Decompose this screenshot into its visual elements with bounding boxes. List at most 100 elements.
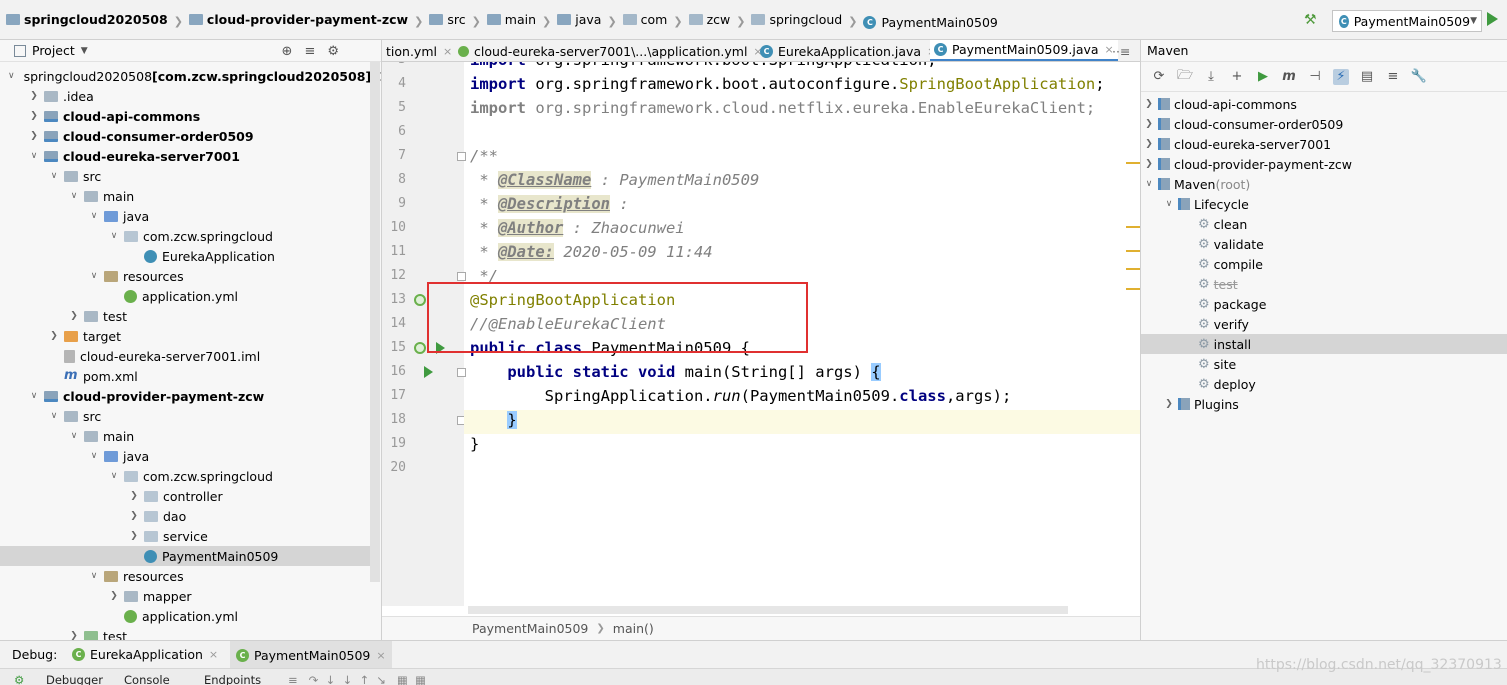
breadcrumb-item[interactable]: src bbox=[429, 12, 466, 27]
debugger-tab[interactable]: Debugger bbox=[46, 673, 103, 685]
tab-overflow-icon[interactable]: ··≡ bbox=[1108, 40, 1134, 61]
code-line[interactable]: public static void main(String[] args) { bbox=[470, 360, 881, 384]
plus-icon[interactable]: + bbox=[1229, 69, 1245, 85]
code-line[interactable]: import org.springframework.cloud.netflix… bbox=[470, 96, 1095, 120]
editor-tab[interactable]: CEurekaApplication.java× bbox=[756, 40, 940, 61]
add-folder-icon[interactable]: 🗁 bbox=[1177, 68, 1193, 85]
warning-mark[interactable] bbox=[1126, 162, 1140, 164]
project-tree-item[interactable]: ∨ main bbox=[0, 426, 380, 446]
project-tree-item[interactable]: ❯ cloud-api-commons bbox=[0, 106, 380, 126]
breadcrumb-item[interactable]: com bbox=[622, 12, 667, 27]
maven-tree-item[interactable]: ⚙ package bbox=[1141, 294, 1507, 314]
code-line[interactable]: } bbox=[470, 432, 479, 456]
collapsed-arrow-icon[interactable]: ❯ bbox=[28, 111, 40, 121]
expanded-arrow-icon[interactable]: ∨ bbox=[28, 391, 40, 401]
collapsed-arrow-icon[interactable]: ❯ bbox=[1143, 99, 1155, 109]
close-icon[interactable]: × bbox=[443, 45, 452, 58]
project-tree-item[interactable]: ❯ cloud-consumer-order0509 bbox=[0, 126, 380, 146]
collapsed-arrow-icon[interactable]: ❯ bbox=[1143, 139, 1155, 149]
code-line[interactable]: * @ClassName : PaymentMain0509 bbox=[470, 168, 759, 192]
maven-tree-item[interactable]: ∨ Maven (root) bbox=[1141, 174, 1507, 194]
code-line[interactable]: import org.springframework.boot.autoconf… bbox=[470, 72, 1105, 96]
project-tree-item[interactable]: ❯ service bbox=[0, 526, 380, 546]
project-tree-item[interactable]: ∨ main bbox=[0, 186, 380, 206]
maven-tree-item[interactable]: ∨ Lifecycle bbox=[1141, 194, 1507, 214]
project-tree-item[interactable]: PaymentMain0509 bbox=[0, 546, 380, 566]
expanded-arrow-icon[interactable]: ∨ bbox=[68, 191, 80, 201]
collapsed-arrow-icon[interactable]: ❯ bbox=[68, 311, 80, 321]
maven-tree-item[interactable]: ⚙ deploy bbox=[1141, 374, 1507, 394]
fold-marker-icon[interactable] bbox=[457, 272, 466, 281]
expanded-arrow-icon[interactable]: ∨ bbox=[88, 571, 100, 581]
build-hammer-icon[interactable]: ⚒ bbox=[1304, 12, 1317, 28]
collapsed-arrow-icon[interactable]: ❯ bbox=[48, 331, 60, 341]
collapse-all-icon[interactable]: ≡ bbox=[304, 44, 327, 59]
expanded-arrow-icon[interactable]: ∨ bbox=[88, 271, 100, 281]
run-icon[interactable]: ▶ bbox=[1255, 69, 1271, 85]
collapsed-arrow-icon[interactable]: ❯ bbox=[108, 591, 120, 601]
collapsed-arrow-icon[interactable]: ❯ bbox=[28, 131, 40, 141]
project-tree-item[interactable]: ∨ springcloud2020508 [com.zcw.springcloud… bbox=[0, 66, 381, 86]
expanded-arrow-icon[interactable]: ∨ bbox=[88, 451, 100, 461]
project-tree-item[interactable]: ❯ test bbox=[0, 626, 380, 640]
collapsed-arrow-icon[interactable]: ❯ bbox=[28, 91, 40, 101]
expanded-arrow-icon[interactable]: ∨ bbox=[48, 411, 60, 421]
maven-tree-item[interactable]: ❯ cloud-eureka-server7001 bbox=[1141, 134, 1507, 154]
expanded-arrow-icon[interactable]: ∨ bbox=[8, 71, 15, 81]
expanded-arrow-icon[interactable]: ∨ bbox=[108, 231, 120, 241]
expanded-arrow-icon[interactable]: ∨ bbox=[68, 431, 80, 441]
fold-marker-icon[interactable] bbox=[457, 368, 466, 377]
run-configuration-select[interactable]: C PaymentMain0509 ▼ bbox=[1332, 10, 1482, 32]
maven-tree-item[interactable]: ❯ cloud-api-commons bbox=[1141, 94, 1507, 114]
breadcrumb-item[interactable]: springcloud bbox=[751, 12, 842, 27]
code-line[interactable]: * @Description : bbox=[470, 192, 629, 216]
project-tree-item[interactable]: ❯ target bbox=[0, 326, 380, 346]
fold-marker-icon[interactable] bbox=[457, 152, 466, 161]
endpoints-tab[interactable]: Endpoints bbox=[204, 673, 261, 685]
download-icon[interactable]: ⤓ bbox=[1203, 69, 1219, 85]
expanded-arrow-icon[interactable]: ∨ bbox=[108, 471, 120, 481]
project-tree-item[interactable]: ∨ com.zcw.springcloud bbox=[0, 226, 380, 246]
collapsed-arrow-icon[interactable]: ❯ bbox=[128, 531, 140, 541]
horizontal-scrollbar[interactable] bbox=[468, 606, 1068, 614]
warning-mark[interactable] bbox=[1126, 250, 1140, 252]
project-tree-item[interactable]: ∨ cloud-provider-payment-zcw bbox=[0, 386, 380, 406]
collapsed-arrow-icon[interactable]: ❯ bbox=[128, 491, 140, 501]
collapsed-arrow-icon[interactable]: ❯ bbox=[68, 631, 80, 640]
warning-mark[interactable] bbox=[1126, 288, 1140, 290]
run-icon[interactable] bbox=[1487, 12, 1498, 26]
gear-icon[interactable]: ⚙ bbox=[327, 44, 351, 59]
breadcrumb-item[interactable]: springcloud2020508 bbox=[6, 12, 168, 27]
code-line[interactable]: import org.springframework.boot.SpringAp… bbox=[470, 62, 937, 72]
step-icons[interactable]: ≡ ↷ ↓ ↓ ↑ ↘ ▦ ▦ bbox=[288, 673, 426, 685]
breadcrumb-method[interactable]: main() bbox=[613, 621, 654, 636]
collapse-icon[interactable]: ≡ bbox=[1385, 69, 1401, 85]
maven-tree-item[interactable]: ❯ cloud-consumer-order0509 bbox=[1141, 114, 1507, 134]
project-tree-item[interactable]: ∨ resources bbox=[0, 566, 380, 586]
maven-tree-item[interactable]: ❯ Plugins bbox=[1141, 394, 1507, 414]
project-tree-item[interactable]: cloud-eureka-server7001.iml bbox=[0, 346, 380, 366]
expanded-arrow-icon[interactable]: ∨ bbox=[28, 151, 40, 161]
skip-tests-icon[interactable]: ⚡ bbox=[1333, 68, 1349, 85]
editor-tab[interactable]: cloud-eureka-server7001\...\application.… bbox=[454, 40, 767, 61]
breadcrumb-class[interactable]: PaymentMain0509 bbox=[472, 621, 588, 636]
expanded-arrow-icon[interactable]: ∨ bbox=[48, 171, 60, 181]
show-deps-icon[interactable]: ▤ bbox=[1359, 69, 1375, 85]
m-icon[interactable]: m bbox=[1281, 69, 1297, 85]
project-tree-item[interactable]: ∨ java bbox=[0, 446, 380, 466]
editor-tab[interactable]: C PaymentMain0509.java × bbox=[930, 40, 1118, 61]
maven-tree-item[interactable]: ⚙ site bbox=[1141, 354, 1507, 374]
breadcrumb-item[interactable]: cloud-provider-payment-zcw bbox=[188, 12, 408, 27]
project-tree-item[interactable]: ❯ mapper bbox=[0, 586, 380, 606]
project-tree-item[interactable]: application.yml bbox=[0, 286, 380, 306]
debug-session-tab[interactable]: C EurekaApplication × bbox=[72, 647, 218, 662]
collapsed-arrow-icon[interactable]: ❯ bbox=[1143, 159, 1155, 169]
close-icon[interactable]: × bbox=[209, 648, 218, 661]
breadcrumb-item[interactable]: C PaymentMain0509 bbox=[863, 15, 998, 30]
scrollbar[interactable] bbox=[370, 62, 380, 582]
project-tree-item[interactable]: ∨ resources bbox=[0, 266, 380, 286]
project-tree-item[interactable]: ❯ controller bbox=[0, 486, 380, 506]
warning-mark[interactable] bbox=[1126, 226, 1140, 228]
collapsed-arrow-icon[interactable]: ❯ bbox=[128, 511, 140, 521]
code-line[interactable]: } bbox=[470, 408, 517, 432]
